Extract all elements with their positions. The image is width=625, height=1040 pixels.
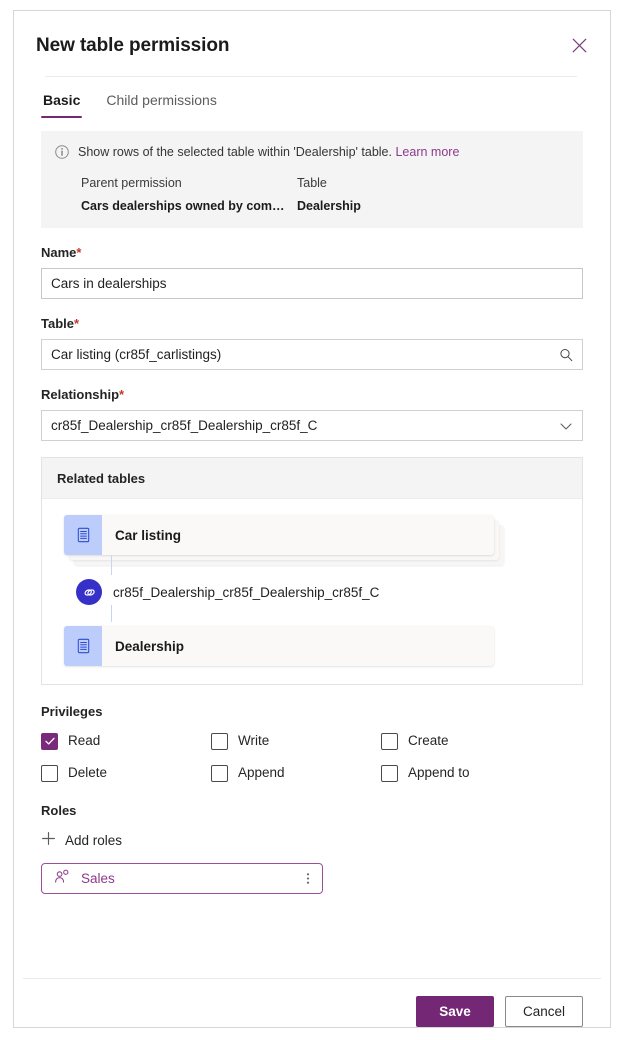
name-field-group: Name* Cars in dealerships xyxy=(41,244,583,299)
tab-bar: Basic Child permissions xyxy=(14,77,610,118)
search-icon[interactable] xyxy=(559,340,573,369)
privileges-label: Privileges xyxy=(41,704,103,719)
save-button[interactable]: Save xyxy=(416,996,494,1027)
required-asterisk: * xyxy=(76,245,82,260)
table-icon xyxy=(64,626,102,666)
tab-basic[interactable]: Basic xyxy=(41,91,83,118)
info-banner: Show rows of the selected table within '… xyxy=(41,131,583,228)
related-tables-panel: Related tables Car listing cr85f_Dealers… xyxy=(41,457,583,685)
dialog-footer: Save Cancel xyxy=(14,979,610,1027)
privilege-checkbox-delete[interactable]: Delete xyxy=(41,764,211,782)
relationship-dropdown-value: cr85f_Dealership_cr85f_Dealership_cr85f_… xyxy=(51,417,318,433)
privileges-grid: Read Write Create Delete Append Append t… xyxy=(41,732,583,782)
checkbox-label: Write xyxy=(238,733,270,748)
checkbox-label: Append xyxy=(238,765,285,780)
info-banner-text: Show rows of the selected table within '… xyxy=(78,144,459,161)
privilege-checkbox-append[interactable]: Append xyxy=(211,764,381,782)
related-relationship-row: cr85f_Dealership_cr85f_Dealership_cr85f_… xyxy=(64,575,582,622)
plus-icon xyxy=(41,831,56,851)
header-divider xyxy=(45,76,577,77)
checkbox-label: Delete xyxy=(68,765,108,780)
role-chip-label: Sales xyxy=(81,870,115,886)
related-child-table-row: Car listing xyxy=(64,515,582,575)
privilege-checkbox-read[interactable]: Read xyxy=(41,732,211,750)
privilege-checkbox-write[interactable]: Write xyxy=(211,732,381,750)
close-button[interactable] xyxy=(564,30,594,60)
checkbox-box xyxy=(41,764,58,782)
required-asterisk: * xyxy=(119,387,125,402)
checkbox-label: Append to xyxy=(408,765,470,780)
related-parent-table-row: Dealership xyxy=(64,626,582,666)
table-label: Table* xyxy=(41,316,80,331)
add-roles-button[interactable]: Add roles xyxy=(41,831,122,851)
info-value-parent-permission: Cars dealerships owned by compa... xyxy=(81,199,297,213)
checkbox-box xyxy=(41,732,58,750)
person-role-icon xyxy=(54,869,70,889)
chevron-down-icon[interactable] xyxy=(559,411,573,440)
relationship-label: Relationship* xyxy=(41,387,125,402)
name-label: Name* xyxy=(41,245,82,260)
close-icon xyxy=(572,38,587,53)
tab-child-permissions[interactable]: Child permissions xyxy=(104,91,218,118)
info-column-header-parent-permission: Parent permission xyxy=(81,176,182,190)
relationship-dropdown[interactable]: cr85f_Dealership_cr85f_Dealership_cr85f_… xyxy=(41,410,583,441)
related-table-label: Car listing xyxy=(115,527,182,543)
diagram-connector-top xyxy=(111,555,112,575)
table-icon xyxy=(64,515,102,555)
related-tables-diagram: Car listing cr85f_Dealership_cr85f_Deale… xyxy=(42,499,582,684)
page-title: New table permission xyxy=(36,35,230,56)
privilege-checkbox-create[interactable]: Create xyxy=(381,732,583,750)
new-table-permission-dialog: New table permission Basic Child permiss… xyxy=(13,10,611,1028)
info-value-table: Dealership xyxy=(297,199,361,213)
checkbox-label: Read xyxy=(68,733,101,748)
info-column-header-table: Table xyxy=(297,176,327,190)
info-banner-table: Parent permission Table Cars dealerships… xyxy=(81,175,567,214)
relationship-field-group: Relationship* cr85f_Dealership_cr85f_Dea… xyxy=(41,386,583,441)
checkbox-label: Create xyxy=(408,733,449,748)
checkbox-box xyxy=(211,764,228,782)
cancel-button[interactable]: Cancel xyxy=(505,996,583,1027)
checkbox-box xyxy=(381,732,398,750)
checkbox-box xyxy=(381,764,398,782)
link-icon xyxy=(76,579,102,605)
diagram-connector-bottom xyxy=(111,605,112,622)
required-asterisk: * xyxy=(74,316,80,331)
name-input-value: Cars in dealerships xyxy=(51,275,167,291)
related-relationship-label: cr85f_Dealership_cr85f_Dealership_cr85f_… xyxy=(113,584,380,600)
name-input[interactable]: Cars in dealerships xyxy=(41,268,583,299)
related-table-card-car-listing[interactable]: Car listing xyxy=(64,515,494,555)
related-tables-header: Related tables xyxy=(42,458,582,499)
info-icon xyxy=(55,145,69,164)
add-roles-label: Add roles xyxy=(65,833,123,848)
dialog-header: New table permission xyxy=(14,11,610,77)
table-picker-input[interactable]: Car listing (cr85f_carlistings) xyxy=(41,339,583,370)
table-field-group: Table* Car listing (cr85f_carlistings) xyxy=(41,315,583,370)
checkbox-box xyxy=(211,732,228,750)
learn-more-link[interactable]: Learn more xyxy=(395,145,459,159)
roles-label: Roles xyxy=(41,803,77,818)
dialog-body: Show rows of the selected table within '… xyxy=(14,118,610,978)
privilege-checkbox-append-to[interactable]: Append to xyxy=(381,764,583,782)
more-vertical-icon[interactable] xyxy=(303,871,313,887)
info-banner-message: Show rows of the selected table within '… xyxy=(78,145,392,159)
related-table-card-dealership[interactable]: Dealership xyxy=(64,626,494,666)
role-chip-sales[interactable]: Sales xyxy=(41,863,323,894)
related-table-label: Dealership xyxy=(115,638,185,654)
table-picker-value: Car listing (cr85f_carlistings) xyxy=(51,346,222,362)
